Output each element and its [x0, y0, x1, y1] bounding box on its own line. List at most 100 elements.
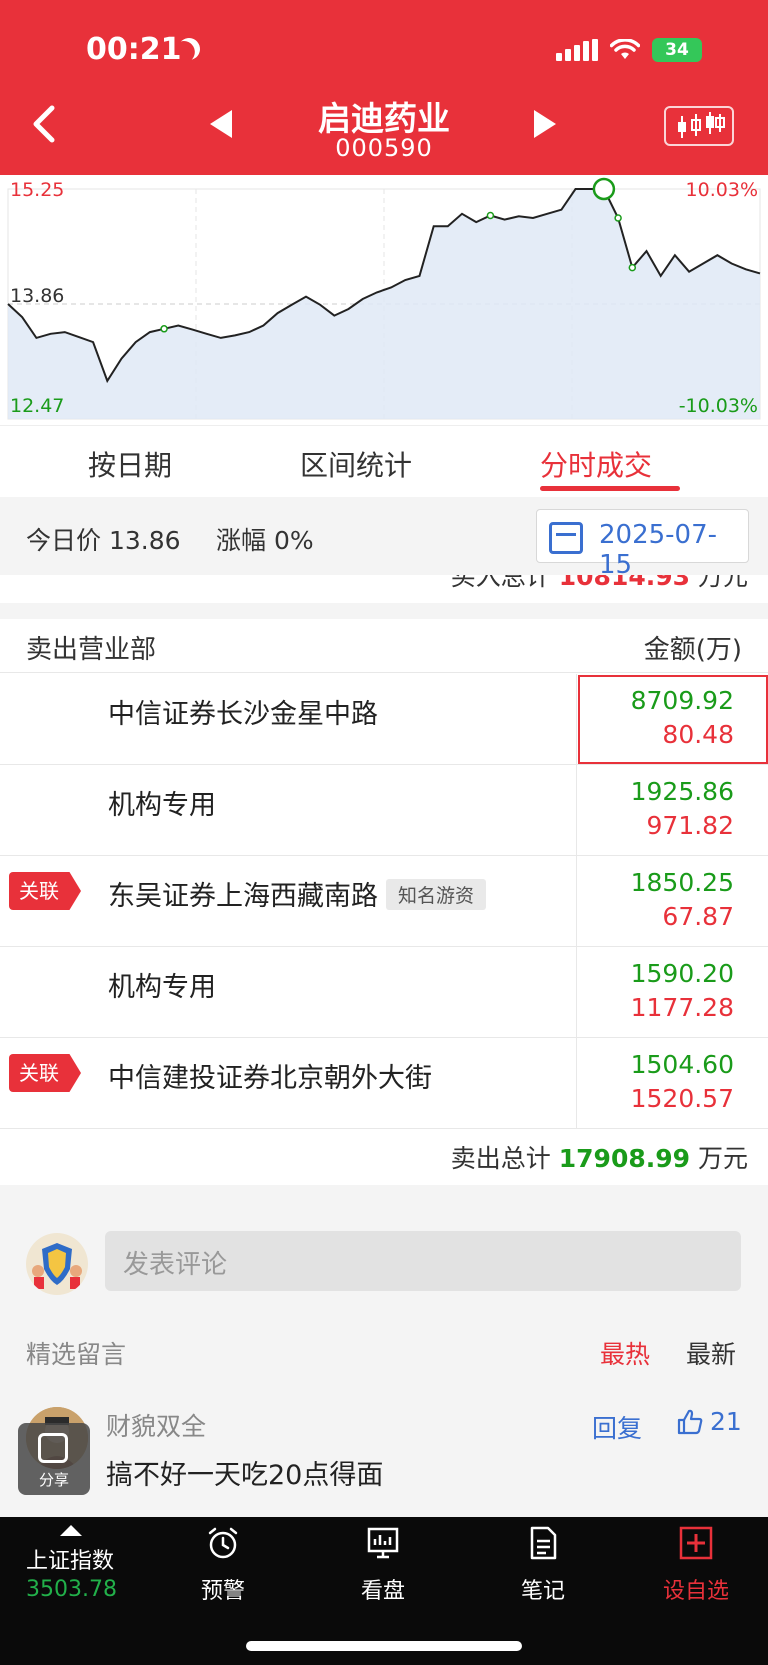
status-time: 00:21 [86, 32, 182, 67]
sort-hot-button[interactable]: 最热 [600, 1335, 650, 1371]
buy-amount: 67.87 [662, 902, 734, 931]
sell-total-unit: 万元 [697, 1144, 748, 1173]
intraday-chart-svg [7, 177, 761, 420]
sell-amount: 1925.86 [630, 777, 734, 806]
my-avatar [26, 1233, 88, 1295]
selected-date: 2025-07-15 [599, 520, 718, 580]
nav-alert[interactable]: 预警 [173, 1525, 273, 1605]
branch-name: 中信建投证券北京朝外大街 [108, 1063, 432, 1094]
home-indicator [246, 1641, 522, 1651]
battery-level: 34 [665, 40, 689, 60]
like-button[interactable]: 21 [676, 1407, 742, 1436]
table-row[interactable]: 机构专用 1925.86 971.82 [0, 765, 768, 856]
sell-total-value: 17908.99 [558, 1144, 691, 1173]
add-square-icon [679, 1526, 713, 1560]
sell-header-branch: 卖出营业部 [26, 635, 157, 665]
column-divider [576, 674, 577, 765]
branch-name-text: 东吴证券上海西藏南路 [108, 881, 378, 912]
nav-notes[interactable]: 笔记 [493, 1525, 593, 1605]
mascot-avatar-icon [32, 1243, 82, 1289]
nav-alert-label: 预警 [200, 1579, 245, 1604]
featured-comments-title: 精选留言 [26, 1340, 127, 1369]
column-divider [576, 856, 577, 947]
comment-input[interactable]: 发表评论 [105, 1231, 741, 1291]
sell-amount: 1590.20 [630, 959, 734, 988]
column-divider [576, 947, 577, 1038]
buy-total-strip: 买入总计 10814.93 万元 [0, 575, 768, 603]
share-label: 分享 [38, 1471, 69, 1489]
date-picker-button[interactable]: 2025-07-15 [536, 509, 749, 580]
nav-add-watchlist[interactable]: 设自选 [646, 1525, 746, 1605]
sell-table: 卖出营业部 金额(万) 中信证券长沙金星中路 8709.92 80.48 机构专… [0, 619, 768, 1185]
intraday-chart[interactable]: 15.25 13.86 12.47 10.03% -10.03% [0, 175, 768, 425]
price-bar: 今日价 13.86 涨幅 0% 2025-07-15 [0, 497, 768, 580]
selected-marker[interactable] [592, 177, 616, 201]
section-divider [0, 603, 768, 619]
index-value: 3503.78 [26, 1577, 117, 1602]
today-price: 今日价 13.86 [26, 526, 181, 555]
tab-by-date[interactable]: 按日期 [88, 444, 172, 484]
thumbs-up-icon [677, 1409, 703, 1434]
sell-total: 卖出总计 17908.99 万元 [451, 1139, 748, 1175]
trade-marker-dot [160, 325, 168, 333]
header-bar: 00:21 34 启迪药业 000590 [0, 0, 768, 175]
calendar-icon [549, 522, 583, 554]
tab-range-stats[interactable]: 区间统计 [300, 444, 412, 484]
kline-toggle-button[interactable] [664, 106, 734, 146]
monitor-chart-icon [367, 1527, 399, 1559]
nav-add-watchlist-label: 设自选 [662, 1579, 729, 1604]
related-tag[interactable]: 关联 [9, 1054, 81, 1092]
cellular-signal-icon [556, 39, 598, 61]
tab-intraday-deals[interactable]: 分时成交 [540, 444, 652, 484]
trade-marker-dot [614, 214, 622, 222]
trade-marker-dot [628, 263, 637, 272]
note-icon [530, 1526, 557, 1560]
table-row[interactable]: 关联 东吴证券上海西藏南路 知名游资 1850.25 67.87 [0, 856, 768, 947]
sell-table-header: 卖出营业部 金额(万) [0, 619, 768, 673]
buy-total: 买入总计 10814.93 万元 [451, 575, 748, 593]
table-row[interactable]: 中信证券长沙金星中路 8709.92 80.48 [0, 674, 768, 765]
share-icon [38, 1433, 68, 1463]
trade-marker-dot [486, 211, 495, 220]
stock-code: 000590 [335, 134, 433, 162]
sort-new-button[interactable]: 最新 [686, 1335, 736, 1371]
branch-name: 机构专用 [108, 972, 216, 1003]
buy-amount: 1520.57 [630, 1084, 734, 1113]
related-tag[interactable]: 关联 [9, 872, 81, 910]
nav-market[interactable]: 看盘 [333, 1525, 433, 1605]
tab-bar: 按日期 区间统计 分时成交 [0, 425, 768, 497]
highlight-box [578, 675, 768, 764]
sell-header-amount: 金额(万) [643, 635, 742, 665]
wifi-icon [610, 39, 640, 59]
stock-name: 启迪药业 [318, 99, 450, 138]
y-label-low: 12.47 [10, 395, 65, 417]
nav-market-label: 看盘 [360, 1579, 405, 1604]
like-count: 21 [710, 1407, 742, 1436]
next-stock-button[interactable] [534, 110, 556, 138]
buy-total-unit: 万元 [697, 575, 748, 591]
table-row[interactable]: 关联 中信建投证券北京朝外大街 1504.60 1520.57 [0, 1038, 768, 1129]
reply-button[interactable]: 回复 [592, 1409, 642, 1445]
status-icons: 34 [556, 38, 702, 62]
change-pct: 涨幅 0% [216, 526, 314, 555]
y-label-mid: 13.86 [10, 285, 65, 307]
active-tab-indicator [540, 486, 680, 491]
buy-total-value: 10814.93 [558, 575, 691, 591]
index-name: 上证指数 [26, 1549, 115, 1574]
buy-amount: 1177.28 [630, 993, 734, 1022]
commenter-name[interactable]: 财貌双全 [106, 1407, 206, 1443]
battery-indicator: 34 [652, 38, 702, 62]
sell-amount: 1850.25 [630, 868, 734, 897]
share-button[interactable]: 分享 [18, 1423, 90, 1495]
column-divider [576, 1038, 577, 1129]
branch-name: 中信证券长沙金星中路 [108, 699, 378, 730]
expand-up-icon [60, 1525, 82, 1536]
table-row[interactable]: 机构专用 1590.20 1177.28 [0, 947, 768, 1038]
column-divider [576, 765, 577, 856]
pct-label-low: -10.03% [678, 395, 758, 417]
y-label-high: 15.25 [10, 179, 65, 201]
buy-total-label: 买入总计 [450, 575, 551, 591]
comment-text: 搞不好一天吃20点得面 [106, 1460, 384, 1491]
buy-amount: 971.82 [646, 811, 734, 840]
sell-amount: 1504.60 [630, 1050, 734, 1079]
